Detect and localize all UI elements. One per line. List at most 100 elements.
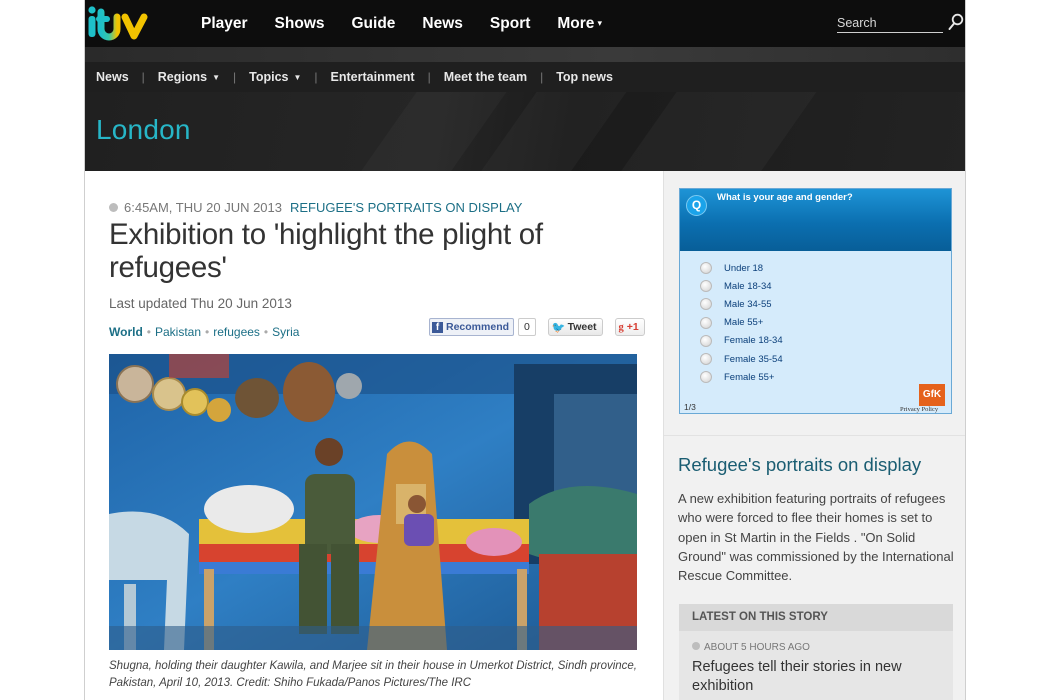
poll-option[interactable]: Male 18-34 — [700, 277, 783, 295]
gfk-logo: GfK — [919, 384, 945, 406]
decorative-slash — [606, 92, 823, 171]
poll-option-label: Female 35-54 — [724, 353, 783, 365]
latest-on-story: LATEST ON THIS STORY ABOUT 5 HOURS AGO R… — [679, 604, 953, 700]
poll-widget: Q What is your age and gender? Under 18 … — [679, 188, 952, 414]
radio-button[interactable] — [700, 262, 712, 275]
subnav-top-news[interactable]: Top news — [556, 70, 613, 84]
poll-option-label: Male 18-34 — [724, 280, 772, 292]
article-photo[interactable] — [109, 354, 637, 650]
latest-header: LATEST ON THIS STORY — [679, 604, 953, 631]
tag-pakistan[interactable]: Pakistan — [155, 325, 201, 339]
poll-option[interactable]: Male 34-55 — [700, 295, 783, 313]
tag-syria[interactable]: Syria — [272, 325, 299, 339]
radio-button[interactable] — [700, 298, 712, 311]
subnav-entertainment[interactable]: Entertainment — [331, 70, 415, 84]
chevron-down-icon: ▾ — [597, 17, 602, 28]
subnav-separator: | — [314, 70, 318, 84]
article-timestamp: 6:45AM, THU 20 JUN 2013 — [124, 200, 282, 215]
tag-world[interactable]: World — [109, 325, 143, 339]
region-header: London — [85, 92, 965, 171]
poll-option[interactable]: Under 18 — [700, 259, 783, 277]
search-input[interactable] — [837, 14, 943, 32]
top-bar: Player Shows Guide News Sport More ▾ — [85, 0, 965, 47]
poll-option-label: Female 18-34 — [724, 335, 783, 347]
story-link[interactable]: REFUGEE'S PORTRAITS ON DISPLAY — [290, 200, 522, 215]
radio-button[interactable] — [700, 353, 712, 366]
sidebar-story-summary: A new exhibition featuring portraits of … — [678, 491, 954, 584]
poll-option[interactable]: Female 18-34 — [700, 332, 783, 350]
poll-option-label: Under 18 — [724, 262, 764, 274]
nav-sport[interactable]: Sport — [490, 15, 530, 33]
article-headline: Exhibition to 'highlight the plight of r… — [109, 218, 543, 284]
tweet-label: Tweet — [567, 321, 597, 333]
poll-question-icon: Q — [686, 195, 707, 216]
sidebar: Q What is your age and gender? Under 18 … — [663, 171, 965, 700]
twitter-bird-icon: 🐦 — [551, 321, 566, 334]
nav-shows[interactable]: Shows — [275, 15, 325, 33]
social-buttons: f Recommend 0 🐦 Tweet g +1 — [429, 318, 645, 336]
subnav-regions[interactable]: Regions ▼ — [158, 70, 220, 84]
nav-more[interactable]: More ▾ — [557, 15, 602, 33]
radio-button[interactable] — [700, 316, 712, 329]
recommend-count: 0 — [518, 318, 536, 336]
main-nav: Player Shows Guide News Sport More ▾ — [201, 0, 629, 47]
subnav-separator: | — [233, 70, 237, 84]
article-tags: World • Pakistan • refugees • Syria — [109, 325, 299, 339]
radio-button[interactable] — [700, 334, 712, 347]
page-frame: Player Shows Guide News Sport More▾ News… — [84, 0, 966, 700]
region-title[interactable]: London — [96, 114, 191, 146]
poll-option-label: Female 55+ — [724, 371, 775, 383]
sub-nav: News | Regions ▼ | Topics ▼ | Entertainmen… — [85, 62, 965, 92]
subnav-regions-label: Regions — [157, 70, 208, 84]
nav-player[interactable]: Player — [201, 15, 248, 33]
sidebar-divider — [664, 435, 965, 436]
itv-logo[interactable] — [85, 3, 160, 43]
poll-option[interactable]: Male 55+ — [700, 314, 783, 332]
last-updated: Last updated Thu 20 Jun 2013 — [109, 296, 292, 311]
nav-guide[interactable]: Guide — [352, 15, 396, 33]
clock-icon — [109, 203, 118, 212]
poll-option-label: Male 34-55 — [724, 298, 772, 310]
clock-icon — [692, 642, 700, 650]
tag-separator: • — [146, 325, 151, 339]
nav-news[interactable]: News — [422, 15, 463, 33]
latest-time: ABOUT 5 HOURS AGO — [692, 642, 810, 653]
radio-button[interactable] — [700, 280, 712, 293]
poll-option[interactable]: Female 55+ — [700, 368, 783, 386]
article: 6:45AM, THU 20 JUN 2013 REFUGEE'S PORTRAI… — [85, 171, 663, 700]
google-plus-label: +1 — [626, 321, 639, 333]
subnav-meet-the-team[interactable]: Meet the team — [444, 70, 527, 84]
tag-separator: • — [263, 325, 269, 339]
latest-time-label: ABOUT 5 HOURS AGO — [704, 642, 810, 653]
poll-question: What is your age and gender? — [717, 192, 853, 203]
subnav-topics[interactable]: Topics ▼ — [249, 70, 301, 84]
poll-option-label: Male 55+ — [724, 317, 764, 329]
subnav-separator: | — [540, 70, 544, 84]
subnav-news[interactable]: News — [96, 70, 129, 84]
poll-options: Under 18 Male 18-34 Male 34-55 Male 55+ … — [700, 259, 783, 386]
subnav-topics-label: Topics — [249, 70, 289, 84]
radio-button[interactable] — [700, 371, 712, 384]
search-icon[interactable] — [948, 13, 964, 31]
tag-refugees[interactable]: refugees — [213, 325, 260, 339]
poll-option[interactable]: Female 35-54 — [700, 350, 783, 368]
latest-story-link[interactable]: Refugees tell their stories in new exhib… — [692, 658, 942, 696]
tweet-button[interactable]: 🐦 Tweet — [547, 318, 603, 336]
search-box — [837, 14, 943, 33]
google-plus-button[interactable]: g +1 — [614, 318, 645, 336]
nav-divider-strip — [85, 47, 965, 62]
recommend-label: Recommend — [446, 321, 510, 333]
facebook-recommend-button[interactable]: f Recommend — [429, 318, 515, 336]
google-plus-icon: g — [618, 321, 624, 333]
nav-more-label: More — [557, 14, 595, 32]
privacy-policy-link[interactable]: Privacy Policy — [900, 406, 938, 413]
chevron-down-icon: ▼ — [293, 73, 302, 82]
poll-page-indicator: 1/3 — [684, 402, 696, 412]
photo-caption: Shugna, holding their daughter Kawila, a… — [109, 660, 638, 689]
facebook-icon: f — [432, 321, 443, 333]
poll-header: Q What is your age and gender? — [680, 189, 951, 251]
article-meta: 6:45AM, THU 20 JUN 2013 REFUGEE'S PORTRAI… — [109, 200, 522, 215]
sidebar-story-title[interactable]: Refugee's portraits on display — [678, 454, 921, 476]
subnav-separator: | — [427, 70, 431, 84]
subnav-separator: | — [141, 70, 145, 84]
